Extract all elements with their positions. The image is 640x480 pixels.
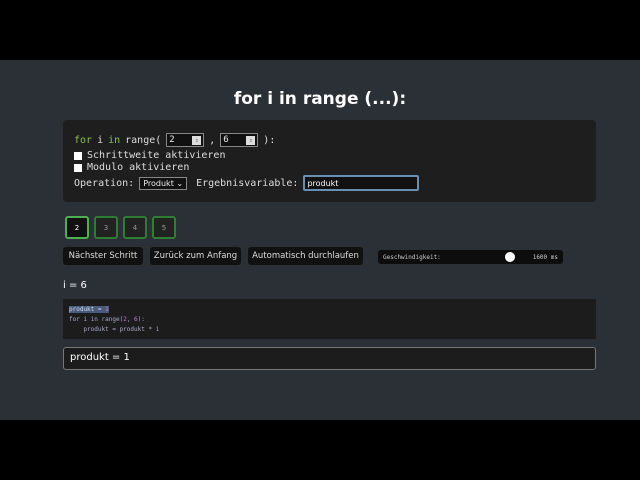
config-panel: for i in range( 2 ⇕ , 6 ⇕ ): Schrittweite …	[63, 120, 596, 202]
code-text: ,	[126, 316, 135, 323]
in-keyword: in	[108, 134, 121, 146]
code-text: for i in range(	[69, 316, 124, 323]
modulo-checkbox[interactable]	[74, 163, 82, 172]
operation-label: Operation:	[74, 177, 135, 189]
for-keyword: for	[74, 134, 93, 146]
step-list: 2 3 4 5	[65, 216, 176, 239]
operation-value: Produkt	[143, 178, 174, 188]
result-label: Ergebnisvariable:	[196, 177, 299, 189]
code-view: produkt = 1 for i in range(2, 6): produk…	[63, 299, 596, 339]
code-text: 1	[105, 306, 109, 313]
operation-select[interactable]: Produkt ⌄	[139, 176, 188, 190]
spinner-icon[interactable]: ⇕	[246, 135, 256, 145]
start-input[interactable]: 2 ⇕	[166, 133, 205, 147]
step-label: Schrittweite aktivieren	[87, 150, 226, 161]
code-text: ):	[137, 316, 145, 323]
spinner-icon[interactable]: ⇕	[192, 135, 202, 145]
reset-button[interactable]: Zurück zum Anfang	[150, 247, 241, 265]
step-checkbox[interactable]	[74, 151, 82, 160]
step-item[interactable]: 2	[65, 216, 89, 239]
next-step-button[interactable]: Nächster Schritt	[63, 247, 143, 265]
app: for i in range (...): for i in range( 2 ⇕…	[0, 60, 640, 420]
range-open: range(	[125, 134, 162, 146]
step-item[interactable]: 5	[152, 216, 176, 239]
output-box: produkt = 1	[63, 347, 596, 370]
code-text: produkt = produkt * i	[69, 326, 160, 333]
result-input[interactable]: produkt	[303, 175, 420, 191]
modulo-label: Modulo aktivieren	[87, 162, 190, 173]
step-item[interactable]: 3	[94, 216, 118, 239]
chevron-down-icon: ⌄	[176, 178, 184, 188]
speed-control: Geschwindigkeit: 1600 ms	[378, 250, 563, 264]
code-text: produkt =	[69, 306, 106, 313]
auto-run-button[interactable]: Automatisch durchlaufen	[248, 247, 363, 265]
end-input[interactable]: 6 ⇕	[220, 133, 259, 147]
speed-label: Geschwindigkeit:	[383, 253, 441, 261]
speed-slider[interactable]	[505, 252, 515, 262]
loop-var: i	[97, 134, 104, 146]
current-iteration: i = 6	[63, 280, 87, 291]
end-value: 6	[223, 135, 229, 145]
step-item[interactable]: 4	[123, 216, 147, 239]
page-title: for i in range (...):	[233, 89, 407, 109]
speed-value: 1600 ms	[532, 253, 558, 261]
range-close: ):	[263, 134, 276, 146]
comma: ,	[209, 134, 216, 146]
start-value: 2	[169, 135, 175, 145]
